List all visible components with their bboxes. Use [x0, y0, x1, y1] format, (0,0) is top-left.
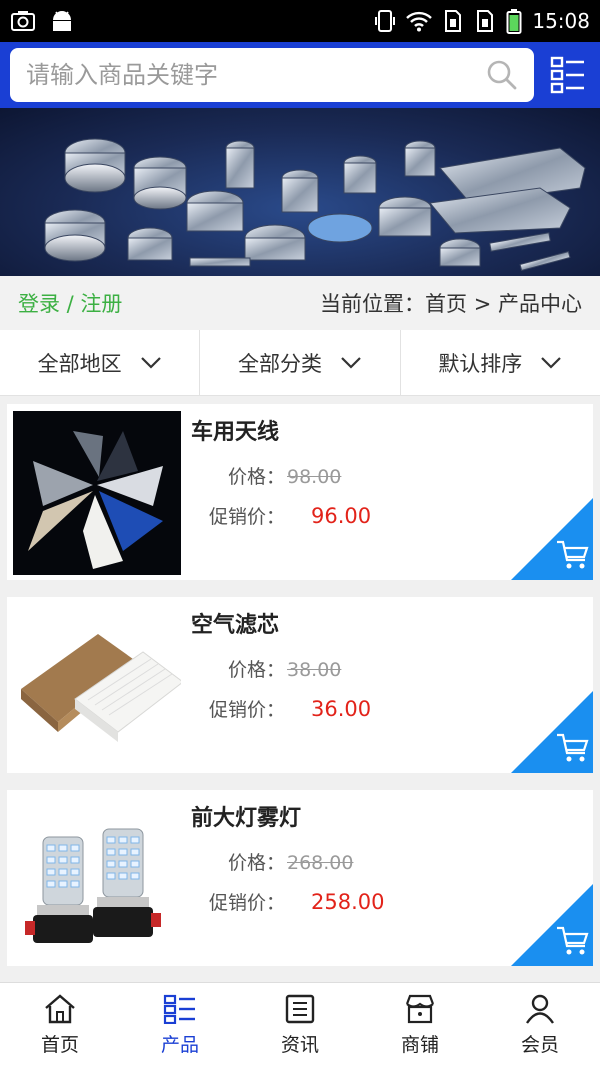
home-icon: [45, 993, 75, 1023]
screenshot-icon: [11, 11, 35, 31]
product-name[interactable]: 空气滤芯: [191, 607, 279, 639]
nav-home-label: 首页: [40, 1033, 79, 1056]
product-card[interactable]: 车用天线 价格： 98.00 促销价： 96.00: [7, 404, 593, 580]
price-row: 价格： 38.00: [191, 655, 341, 682]
chevron-down-icon: [140, 356, 161, 369]
price-label: 价格：: [227, 659, 285, 681]
chevron-down-icon: [541, 356, 562, 369]
battery-icon: [506, 9, 522, 34]
filter-region-label: 全部地区: [37, 351, 122, 376]
sale-price-label: 促销价：: [208, 506, 285, 528]
sale-price-label: 促销价：: [208, 699, 285, 721]
wifi-icon: [406, 11, 433, 32]
search-icon[interactable]: [486, 59, 518, 91]
original-price: 268.00: [287, 852, 354, 874]
product-name[interactable]: 前大灯雾灯: [191, 800, 301, 832]
filter-sort-label: 默认排序: [438, 351, 523, 376]
product-card[interactable]: 空气滤芯 价格： 38.00 促销价： 36.00: [7, 597, 593, 773]
filter-category[interactable]: 全部分类: [200, 330, 401, 395]
login-register-link[interactable]: 登录 / 注册: [18, 288, 122, 318]
news-icon: [285, 994, 315, 1023]
filter-category-label: 全部分类: [237, 351, 322, 376]
sale-price: 96.00: [311, 504, 372, 528]
original-price: 98.00: [287, 466, 342, 488]
filter-sort[interactable]: 默认排序: [401, 330, 600, 395]
filter-bar: 全部地区 全部分类 默认排序: [0, 330, 600, 396]
nav-news[interactable]: 资讯: [240, 983, 360, 1067]
price-row: 价格： 268.00: [191, 848, 354, 875]
sale-price: 36.00: [311, 697, 372, 721]
sim2-signal-icon: [477, 10, 494, 32]
chevron-down-icon: [341, 356, 361, 369]
vibrate-icon: [375, 10, 396, 32]
original-price: 38.00: [287, 659, 342, 681]
engine-parts-banner: [44, 138, 586, 271]
nav-home[interactable]: 首页: [0, 983, 120, 1067]
product-image-air-filter: [13, 604, 181, 768]
add-to-cart-icon[interactable]: [511, 691, 593, 773]
nav-products[interactable]: 产品: [120, 983, 240, 1067]
sim1-signal-icon: [445, 10, 462, 32]
store-icon: [405, 994, 435, 1023]
sale-price-row: 促销价： 36.00: [191, 695, 371, 722]
sale-price-label: 促销价：: [208, 892, 285, 914]
sale-price-row: 促销价： 258.00: [191, 888, 385, 915]
sale-price-row: 促销价： 96.00: [191, 502, 371, 529]
android-icon: [53, 11, 71, 31]
search-box[interactable]: [10, 48, 534, 102]
nav-store-label: 商铺: [400, 1033, 439, 1056]
banner-image[interactable]: [0, 108, 600, 276]
price-label: 价格：: [227, 852, 285, 874]
category-menu-icon[interactable]: [550, 55, 586, 95]
user-icon: [526, 994, 554, 1024]
breadcrumb-row: 登录 / 注册 当前位置：首页 > 产品中心: [0, 276, 600, 330]
nav-member-label: 会员: [520, 1033, 559, 1056]
nav-store[interactable]: 商铺: [360, 983, 480, 1067]
app-header: [0, 42, 600, 108]
bottom-nav: 首页 产品 资讯 商铺 会员: [0, 982, 600, 1067]
sale-price: 258.00: [311, 890, 385, 914]
add-to-cart-icon[interactable]: [511, 498, 593, 580]
filter-region[interactable]: 全部地区: [0, 330, 201, 395]
product-name[interactable]: 车用天线: [191, 414, 279, 446]
nav-news-label: 资讯: [280, 1033, 319, 1056]
price-row: 价格： 98.00: [191, 462, 341, 489]
product-image-antenna: [13, 411, 181, 575]
grid-list-icon: [163, 994, 195, 1024]
breadcrumb: 当前位置：首页 > 产品中心: [320, 292, 582, 316]
add-to-cart-icon[interactable]: [511, 884, 593, 966]
status-time: 15:08: [532, 9, 590, 33]
nav-member[interactable]: 会员: [480, 983, 600, 1067]
product-card[interactable]: 前大灯雾灯 价格： 268.00 促销价： 258.00: [7, 790, 593, 966]
price-label: 价格：: [227, 466, 285, 488]
product-image-headlight-bulb: [13, 797, 181, 961]
search-input[interactable]: [26, 48, 466, 102]
nav-products-label: 产品: [160, 1033, 199, 1056]
status-bar: 15:08: [0, 0, 600, 42]
